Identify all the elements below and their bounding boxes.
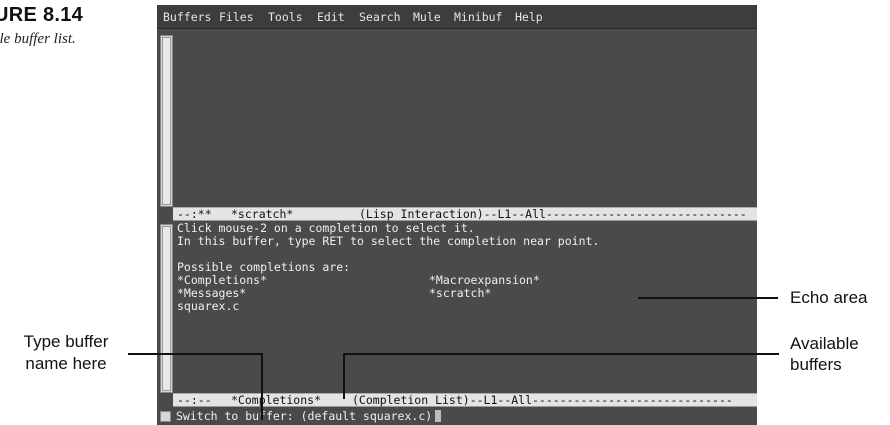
- completions-modeline-mode: (Completion List)--L1--All--------------…: [352, 393, 733, 407]
- type-buffer-callout-line-v: [261, 353, 263, 420]
- text-cursor: [435, 410, 442, 422]
- scratch-modeline-status: --:**: [177, 207, 212, 221]
- completions-scrollbar[interactable]: [160, 224, 173, 393]
- type-buffer-callout-line-1: Type buffer: [23, 332, 109, 351]
- completions-help-line-2: In this buffer, type RET to select the c…: [177, 234, 600, 248]
- available-buffers-callout-line-v: [343, 353, 345, 399]
- scratch-modeline-buffer: *scratch*: [231, 207, 294, 221]
- menu-minibuf[interactable]: Minibuf: [454, 10, 502, 24]
- minibuffer-scroll-box[interactable]: [160, 411, 171, 422]
- echo-area-callout: Echo area: [790, 288, 868, 307]
- menu-files[interactable]: Files: [219, 10, 254, 24]
- scratch-scrollbar[interactable]: [160, 35, 173, 207]
- available-buffers-callout-line-h: [343, 353, 779, 355]
- completion-item-scratch[interactable]: *scratch*: [429, 287, 491, 300]
- minibuffer-line[interactable]: Switch to buffer: (default squarex.c): [176, 409, 442, 423]
- completions-scrollbar-thumb[interactable]: [162, 226, 171, 391]
- menu-mule[interactable]: Mule: [413, 10, 441, 24]
- type-buffer-callout-line-2: name here: [25, 354, 107, 373]
- minibuffer-prompt: Switch to buffer: (default squarex.c): [176, 409, 433, 423]
- echo-area-callout-line: [638, 297, 778, 299]
- available-buffers-callout-line-2: buffers: [790, 355, 842, 374]
- available-buffers-callout-line-1: Available: [790, 334, 859, 353]
- figure-label: URE 8.14: [0, 4, 84, 26]
- menubar: Buffers Files Tools Edit Search Mule Min…: [157, 5, 757, 29]
- menu-buffers[interactable]: Buffers: [163, 10, 211, 24]
- completion-item-squarex[interactable]: squarex.c: [177, 300, 239, 313]
- menu-tools[interactable]: Tools: [268, 10, 303, 24]
- menu-help[interactable]: Help: [515, 10, 543, 24]
- completions-modeline-buffer: *Completions*: [231, 393, 322, 407]
- figure-caption: ple buffer list.: [0, 31, 76, 47]
- scratch-modeline: --:** *scratch* (Lisp Interaction)--L1--…: [173, 207, 757, 221]
- menu-edit[interactable]: Edit: [317, 10, 345, 24]
- completions-modeline-status: --:--: [177, 393, 212, 407]
- scratch-scrollbar-thumb[interactable]: [162, 37, 171, 205]
- type-buffer-callout-line-h: [128, 353, 263, 355]
- emacs-window: Buffers Files Tools Edit Search Mule Min…: [157, 5, 757, 425]
- menu-search[interactable]: Search: [359, 10, 401, 24]
- scratch-modeline-mode: (Lisp Interaction)--L1--All-------------…: [359, 207, 747, 221]
